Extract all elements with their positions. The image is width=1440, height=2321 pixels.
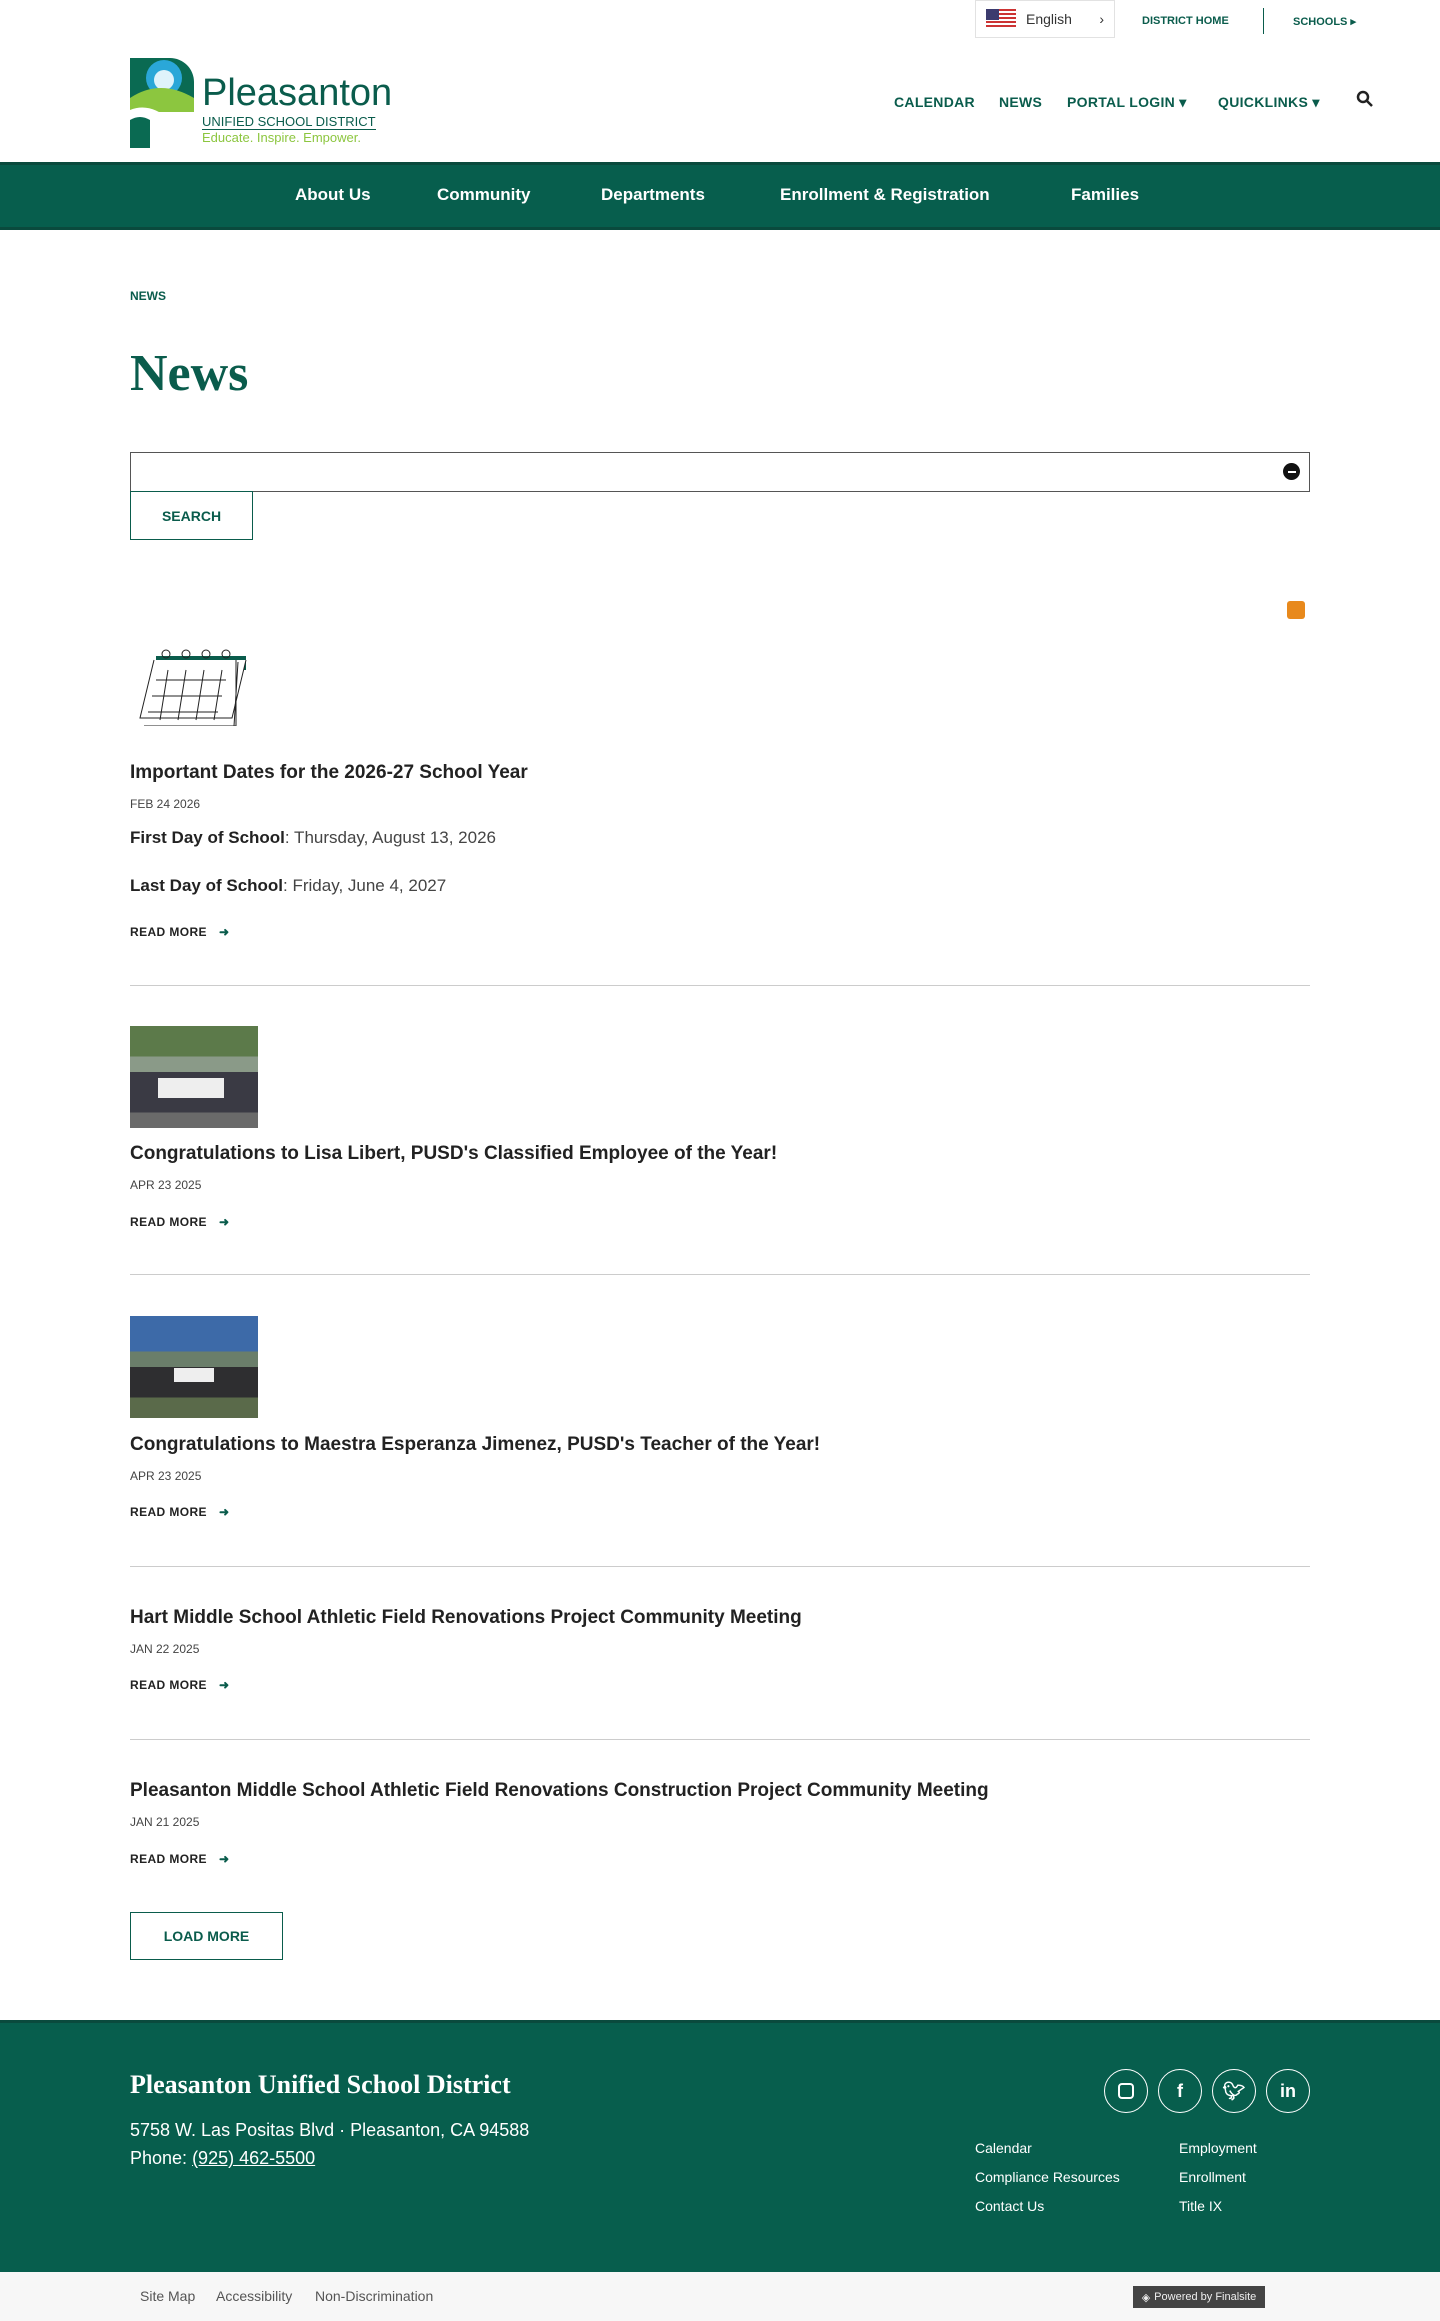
divider [130, 1739, 1310, 1740]
arrow-right-icon: ➜ [218, 1852, 230, 1866]
logo-tagline: Educate. Inspire. Empower. [202, 130, 361, 145]
nav-community[interactable]: Community [437, 185, 531, 205]
read-more-link[interactable]: READ MORE ➜ [130, 1852, 229, 1866]
nav-departments[interactable]: Departments [601, 185, 705, 205]
arrow-right-icon: ➜ [218, 1678, 230, 1692]
article-summary-line: Last Day of School: Friday, June 4, 2027 [130, 876, 446, 896]
powered-by-finalsite-badge[interactable]: ◈ Powered by Finalsite [1133, 2286, 1265, 2308]
read-more-label: READ MORE [130, 1852, 207, 1866]
article-title[interactable]: Congratulations to Maestra Esperanza Jim… [130, 1434, 820, 1456]
load-more-button[interactable]: LOAD MORE [130, 1912, 283, 1960]
summary-label: First Day of School [130, 828, 285, 847]
article-thumbnail[interactable] [130, 1316, 258, 1418]
rss-icon[interactable] [1287, 601, 1305, 619]
read-more-link[interactable]: READ MORE ➜ [130, 1215, 229, 1229]
article-title[interactable]: Hart Middle School Athletic Field Renova… [130, 1607, 802, 1629]
nav-calendar[interactable]: CALENDAR [894, 94, 975, 110]
breadcrumb[interactable]: NEWS [130, 289, 166, 303]
main-navigation: About Us Community Departments Enrollmen… [0, 162, 1440, 230]
language-label: English [1026, 11, 1072, 27]
article-date: JAN 21 2025 [130, 1815, 200, 1829]
linkedin-icon[interactable]: in [1266, 2069, 1310, 2113]
clear-search-icon[interactable] [1283, 463, 1300, 480]
arrow-right-icon: ➜ [218, 925, 230, 939]
article-title[interactable]: Pleasanton Middle School Athletic Field … [130, 1780, 989, 1802]
read-more-label: READ MORE [130, 1505, 207, 1519]
article-date: APR 23 2025 [130, 1178, 202, 1192]
schools-link[interactable]: SCHOOLS ▸ [1293, 15, 1356, 28]
read-more-label: READ MORE [130, 1678, 207, 1692]
accessibility-link[interactable]: Accessibility [216, 2288, 292, 2304]
article-date: JAN 22 2025 [130, 1642, 200, 1656]
article-summary-line: First Day of School: Thursday, August 13… [130, 828, 496, 848]
arrow-right-icon: ➜ [218, 1215, 230, 1229]
powered-label: Powered by Finalsite [1154, 2291, 1257, 2303]
footer-link-calendar[interactable]: Calendar [975, 2140, 1032, 2156]
instagram-icon[interactable] [1104, 2069, 1148, 2113]
footer-link-compliance[interactable]: Compliance Resources [975, 2169, 1120, 2185]
divider [1263, 8, 1264, 34]
quicklinks-label: QUICKLINKS [1218, 94, 1309, 110]
calendar-illustration-icon [139, 649, 247, 726]
footer-link-title-ix[interactable]: Title IX [1179, 2198, 1222, 2214]
logo-sub: UNIFIED SCHOOL DISTRICT [202, 114, 376, 130]
read-more-link[interactable]: READ MORE ➜ [130, 1678, 229, 1692]
footer-link-contact[interactable]: Contact Us [975, 2198, 1044, 2214]
nav-portal-login[interactable]: PORTAL LOGIN ▾ [1067, 94, 1187, 111]
logo-mark-icon [130, 58, 194, 148]
article-date: APR 23 2025 [130, 1469, 202, 1483]
non-discrimination-link[interactable]: Non-Discrimination [315, 2288, 433, 2304]
facebook-icon[interactable]: f [1158, 2069, 1202, 2113]
summary-label: Last Day of School [130, 876, 284, 895]
search-icon[interactable] [1356, 90, 1374, 108]
read-more-link[interactable]: READ MORE ➜ [130, 925, 229, 939]
divider [130, 985, 1310, 986]
phone-link[interactable]: (925) 462-5500 [192, 2148, 315, 2168]
read-more-link[interactable]: READ MORE ➜ [130, 1505, 229, 1519]
footer-address: 5758 W. Las Positas Blvd · Pleasanton, C… [130, 2120, 530, 2140]
footer-district-name: Pleasanton Unified School District [130, 2070, 511, 2099]
footer-link-enrollment[interactable]: Enrollment [1179, 2169, 1246, 2185]
arrow-right-icon: ➜ [218, 1505, 230, 1519]
nav-news[interactable]: NEWS [999, 94, 1042, 110]
district-logo[interactable]: Pleasanton UNIFIED SCHOOL DISTRICT Educa… [130, 58, 392, 148]
portal-login-label: PORTAL LOGIN [1067, 94, 1176, 110]
page-title: News [130, 345, 249, 402]
divider [130, 1274, 1310, 1275]
language-selector[interactable]: English › [975, 0, 1115, 38]
us-flag-icon [986, 9, 1016, 29]
nav-about-us[interactable]: About Us [295, 185, 371, 205]
schools-label: SCHOOLS [1293, 16, 1348, 28]
summary-value: : Thursday, August 13, 2026 [284, 828, 496, 847]
logo-name: Pleasanton [202, 72, 393, 114]
district-home-link[interactable]: DISTRICT HOME [1142, 15, 1229, 27]
article-title[interactable]: Important Dates for the 2026-27 School Y… [130, 762, 528, 784]
divider [130, 1566, 1310, 1567]
summary-value: : Friday, June 4, 2027 [283, 876, 447, 895]
footer-link-employment[interactable]: Employment [1179, 2140, 1257, 2156]
nav-families[interactable]: Families [1071, 185, 1139, 205]
phone-label: Phone: [130, 2148, 193, 2168]
search-input[interactable] [130, 452, 1310, 492]
chevron-right-icon: › [1099, 11, 1104, 27]
nav-enrollment[interactable]: Enrollment & Registration [780, 185, 990, 205]
finalsite-icon: ◈ [1141, 2291, 1151, 2304]
nav-quicklinks[interactable]: QUICKLINKS ▾ [1218, 94, 1320, 111]
read-more-label: READ MORE [130, 1215, 207, 1229]
read-more-label: READ MORE [130, 925, 207, 939]
article-date: FEB 24 2026 [130, 797, 201, 811]
search-button[interactable]: SEARCH [130, 491, 253, 540]
twitter-icon[interactable]: 🐦︎ [1212, 2069, 1256, 2113]
footer-phone: Phone: (925) 462-5500 [130, 2148, 315, 2169]
site-map-link[interactable]: Site Map [140, 2288, 195, 2304]
article-thumbnail[interactable] [130, 1026, 258, 1128]
article-title[interactable]: Congratulations to Lisa Libert, PUSD's C… [130, 1143, 777, 1165]
